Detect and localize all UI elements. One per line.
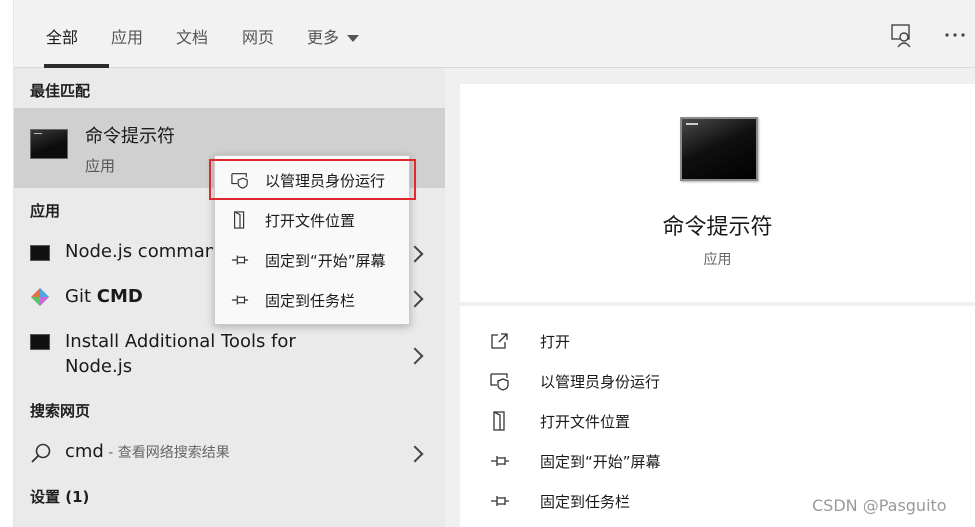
chevron-right-icon[interactable] xyxy=(406,445,424,463)
pin-icon xyxy=(231,255,249,265)
best-match-name: 命令提示符 xyxy=(85,126,175,147)
tab-apps[interactable]: 应用 xyxy=(111,24,143,48)
tab-documents[interactable]: 文档 xyxy=(176,24,208,48)
action-pin-to-start[interactable]: 固定到“开始”屏幕 xyxy=(490,445,890,477)
context-open-file-location[interactable]: 打开文件位置 xyxy=(215,200,409,240)
node-command-prompt-icon xyxy=(30,245,50,261)
section-web-search: 搜索网页 xyxy=(30,402,91,420)
web-search-hint: - 查看网络搜索结果 xyxy=(103,445,230,461)
git-icon xyxy=(31,288,49,306)
context-pin-to-start[interactable]: 固定到“开始”屏幕 xyxy=(215,240,409,280)
pin-icon xyxy=(231,295,249,305)
watermark: CSDN @Pasguito xyxy=(812,496,947,515)
preview-subtitle: 应用 xyxy=(703,252,732,268)
context-pin-to-start-label: 固定到“开始”屏幕 xyxy=(265,252,386,270)
tab-web[interactable]: 网页 xyxy=(242,24,274,48)
preview-title: 命令提示符 xyxy=(662,215,773,240)
action-pin-to-taskbar-label: 固定到任务栏 xyxy=(540,493,631,511)
context-pin-to-taskbar-label: 固定到任务栏 xyxy=(265,292,356,310)
section-settings[interactable]: 设置 (1) xyxy=(30,486,89,507)
app-name-install-tools-line1: Install Additional Tools for xyxy=(65,331,296,352)
file-location-icon xyxy=(234,211,245,229)
section-best-match: 最佳匹配 xyxy=(30,82,91,100)
left-edge-strip xyxy=(0,0,14,527)
command-prompt-icon xyxy=(30,129,68,159)
install-tools-icon xyxy=(30,334,50,350)
tab-more-label: 更多 xyxy=(307,28,340,47)
app-name-node-cmd: Node.js command prompt xyxy=(65,241,213,262)
context-open-file-location-label: 打开文件位置 xyxy=(265,212,356,230)
chevron-right-icon[interactable] xyxy=(406,347,424,365)
chevron-down-icon xyxy=(347,35,360,42)
tab-more[interactable]: 更多 xyxy=(307,24,360,48)
command-prompt-large-icon xyxy=(680,117,758,181)
preview-header-card: 命令提示符 应用 xyxy=(460,84,975,302)
preview-panel: 命令提示符 应用 打开 以管理员身份运行 打开文件位置 固定到“开始”屏幕 固定… xyxy=(445,68,975,527)
preview-actions-card: 打开 以管理员身份运行 打开文件位置 固定到“开始”屏幕 固定到任务栏 xyxy=(460,306,975,527)
section-apps: 应用 xyxy=(30,202,61,220)
pin-icon xyxy=(491,456,509,466)
action-pin-to-start-label: 固定到“开始”屏幕 xyxy=(540,453,661,471)
action-open[interactable]: 打开 xyxy=(490,325,890,357)
web-search-text: cmd - 查看网络搜索结果 xyxy=(65,441,230,462)
action-open-label: 打开 xyxy=(540,333,571,351)
tab-all[interactable]: 全部 xyxy=(46,24,78,48)
action-open-file-location-label: 打开文件位置 xyxy=(540,413,631,431)
app-name-git-cmd: Git CMD xyxy=(65,286,143,307)
best-match-type: 应用 xyxy=(85,157,116,175)
web-search-query: cmd xyxy=(65,441,104,462)
action-run-as-admin[interactable]: 以管理员身份运行 xyxy=(490,365,890,397)
search-filter-bar: 全部 应用 文档 网页 更多 xyxy=(14,0,975,68)
context-pin-to-taskbar[interactable]: 固定到任务栏 xyxy=(215,280,409,320)
annotation-highlight-box xyxy=(209,159,416,200)
action-run-as-admin-label: 以管理员身份运行 xyxy=(540,373,661,391)
open-icon xyxy=(491,333,508,349)
search-icon xyxy=(31,443,51,463)
file-location-icon xyxy=(493,411,505,431)
pin-icon xyxy=(491,496,509,506)
shield-window-icon xyxy=(490,373,509,391)
app-name-install-tools-line2: Node.js xyxy=(65,356,133,377)
action-open-file-location[interactable]: 打开文件位置 xyxy=(490,405,890,437)
more-options-icon[interactable] xyxy=(942,22,968,48)
feedback-icon[interactable] xyxy=(889,22,915,48)
